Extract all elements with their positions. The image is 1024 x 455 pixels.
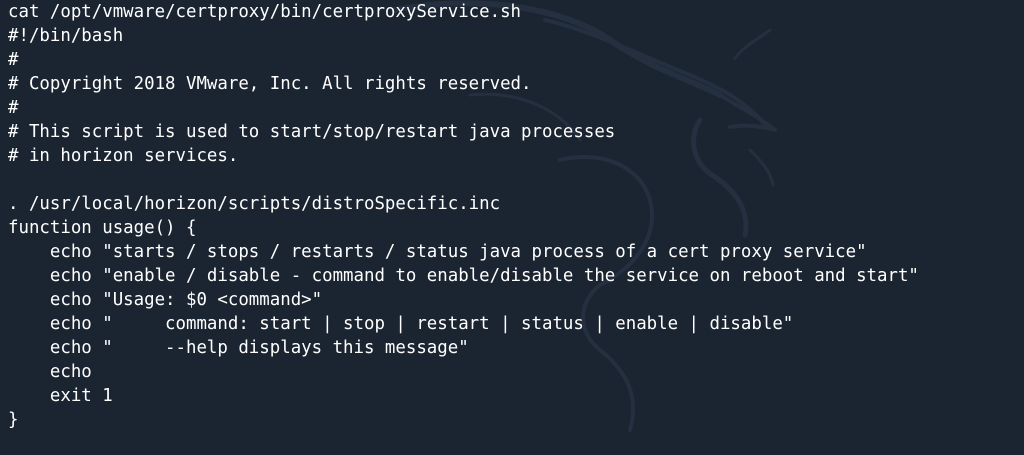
script-line: echo "enable / disable - command to enab…	[8, 266, 919, 286]
script-line: exit 1	[8, 386, 113, 406]
script-line: . /usr/local/horizon/scripts/distroSpeci…	[8, 194, 501, 214]
script-line: # This script is used to start/stop/rest…	[8, 122, 616, 142]
script-line: }	[8, 410, 19, 430]
terminal-output: cat /opt/vmware/certproxy/bin/certproxyS…	[8, 0, 1024, 455]
script-line: # in horizon services.	[8, 146, 239, 166]
script-line: echo "starts / stops / restarts / status…	[8, 242, 867, 262]
script-line: #	[8, 98, 19, 118]
script-line: echo " --help displays this message"	[8, 338, 469, 358]
script-line: echo	[8, 362, 92, 382]
script-line: echo "Usage: $0 <command>"	[8, 290, 323, 310]
script-line: #!/bin/bash	[8, 26, 124, 46]
script-line: function usage() {	[8, 218, 197, 238]
script-line: echo " command: start | stop | restart |…	[8, 314, 794, 334]
script-line: #	[8, 50, 19, 70]
script-line: # Copyright 2018 VMware, Inc. All rights…	[8, 74, 532, 94]
command-line: cat /opt/vmware/certproxy/bin/certproxyS…	[8, 2, 522, 22]
